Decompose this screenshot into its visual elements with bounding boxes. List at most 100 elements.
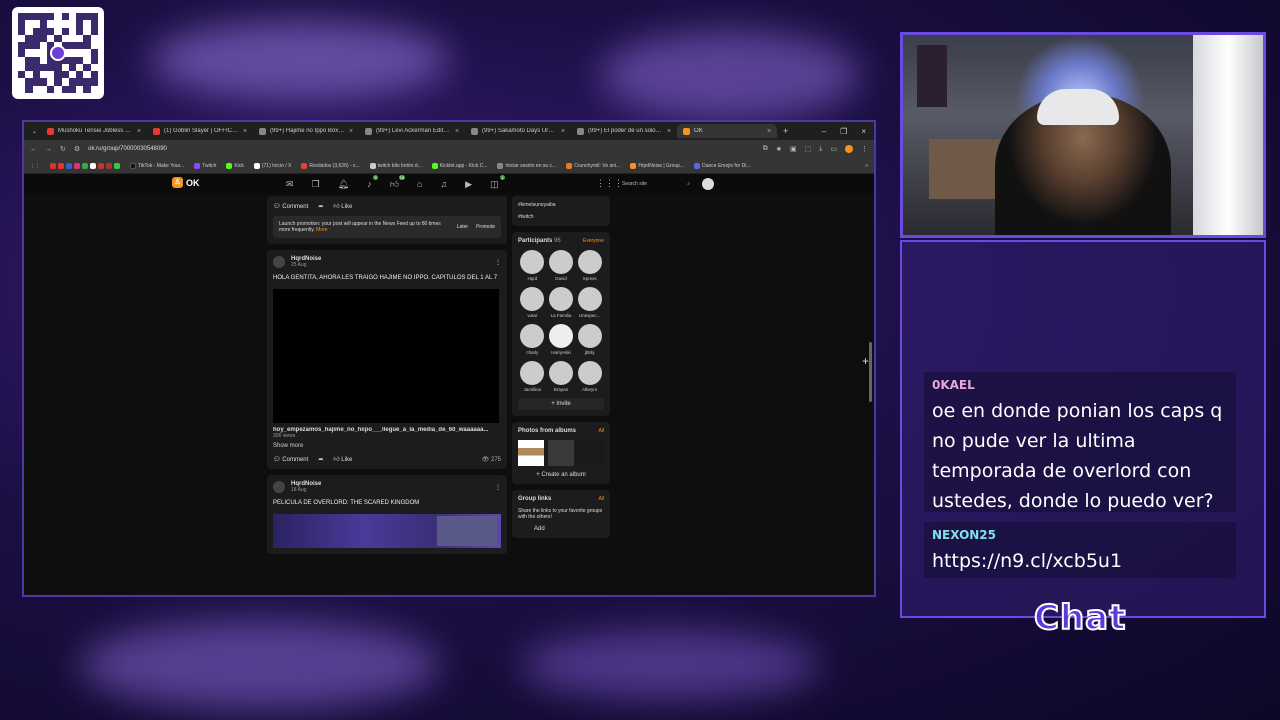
participant[interactable]: HarryHiiki bbox=[547, 324, 576, 355]
bookmark-icon[interactable] bbox=[58, 162, 64, 169]
participants-title[interactable]: Participants bbox=[518, 238, 552, 244]
create-album-button[interactable]: + Create an album bbox=[518, 472, 604, 478]
gifts-icon[interactable]: ⌂ bbox=[417, 179, 422, 190]
album-thumbnail[interactable] bbox=[518, 440, 544, 466]
participant[interactable]: Unexpec... bbox=[575, 287, 604, 318]
all-photos-link[interactable]: All bbox=[598, 428, 604, 434]
tab[interactable]: (99+) Sakamoto Days Urgent I × bbox=[465, 124, 571, 138]
participant[interactable]: vutar bbox=[518, 287, 547, 318]
bookmark-item[interactable]: Twitch bbox=[194, 162, 216, 169]
bookmark-item[interactable]: Dance Emojis for Di... bbox=[694, 162, 750, 169]
avatar[interactable] bbox=[702, 178, 714, 190]
tab[interactable]: Mushoku Tensei Jobless Reinca × bbox=[41, 124, 147, 138]
bookmark-item[interactable]: twitch bits botón d... bbox=[369, 162, 422, 169]
participant[interactable]: Brayan bbox=[547, 361, 576, 392]
close-tab-icon[interactable]: × bbox=[455, 128, 459, 135]
avatar[interactable] bbox=[273, 256, 285, 268]
tab[interactable]: (1) Goblin Slayer | OFFICIAL PR × bbox=[147, 124, 253, 138]
participant[interactable]: Albeyro bbox=[575, 361, 604, 392]
sidebar-icon[interactable]: ▭ bbox=[830, 145, 837, 153]
album-thumbnail[interactable] bbox=[578, 440, 604, 466]
share-icon[interactable]: ➦ bbox=[318, 203, 323, 210]
tag-link[interactable]: #twitch bbox=[518, 214, 604, 220]
photos-title[interactable]: Photos from albums bbox=[518, 428, 576, 434]
post-menu-icon[interactable]: ⋮ bbox=[495, 259, 501, 266]
bookmark-item[interactable]: Crunchyroll: Ve ani... bbox=[566, 162, 620, 169]
extensions-puzzle-icon[interactable]: ⬚ bbox=[805, 145, 812, 153]
close-tab-icon[interactable]: × bbox=[561, 128, 565, 135]
reload-icon[interactable]: ↻ bbox=[60, 145, 66, 153]
group-links-title[interactable]: Group links bbox=[518, 496, 551, 502]
bookmark-item[interactable]: TikTok - Make Your... bbox=[130, 162, 184, 169]
video-thumbnail[interactable] bbox=[273, 514, 501, 548]
bookmark-item[interactable]: Iniciar sesión en su c... bbox=[497, 162, 556, 169]
bookmark-item[interactable]: Recibidos (3,626) - c... bbox=[301, 162, 360, 169]
bookmark-icon[interactable] bbox=[114, 162, 120, 169]
participant[interactable]: Xpress bbox=[575, 250, 604, 281]
bookmark-item[interactable]: (71) Inicio / X bbox=[253, 162, 291, 169]
search-input[interactable]: Search site ⌕ bbox=[618, 178, 694, 190]
post-menu-icon[interactable]: ⋮ bbox=[495, 484, 501, 491]
all-links-link[interactable]: All bbox=[598, 496, 604, 502]
invite-button[interactable]: + Invite bbox=[518, 398, 604, 410]
music-icon[interactable]: ♫ bbox=[440, 179, 447, 190]
likes-icon[interactable]: 👍︎ 15 bbox=[390, 175, 405, 190]
scrollbar[interactable] bbox=[869, 342, 872, 402]
everyone-link[interactable]: Everyone bbox=[583, 238, 604, 244]
guests-icon[interactable]: ♪ 3 bbox=[367, 175, 378, 190]
notifications-icon[interactable]: 🔔︎ bbox=[338, 179, 349, 190]
close-tab-icon[interactable]: × bbox=[243, 128, 247, 135]
screenshot-icon[interactable]: ⧉ bbox=[763, 145, 768, 153]
download-icon[interactable]: ⤓ bbox=[819, 145, 822, 153]
bookmark-icon[interactable] bbox=[106, 162, 112, 169]
tab[interactable]: (99+) El poder de un solo hech × bbox=[571, 124, 677, 138]
bookmark-icon[interactable] bbox=[74, 162, 80, 169]
video-icon[interactable]: ▶ bbox=[465, 179, 472, 190]
participant[interactable]: David bbox=[547, 250, 576, 281]
bookmark-star-icon[interactable]: ★ bbox=[776, 145, 782, 153]
site-info-icon[interactable]: ⚙ bbox=[74, 145, 80, 153]
album-thumbnail[interactable] bbox=[548, 440, 574, 466]
bookmark-item[interactable]: Kick bbox=[226, 162, 244, 169]
video-player[interactable] bbox=[273, 289, 499, 423]
close-tab-icon[interactable]: × bbox=[349, 128, 353, 135]
extension-icon[interactable]: ▣ bbox=[790, 145, 797, 153]
like-button[interactable]: 👍︎ Like bbox=[333, 202, 352, 210]
tab-active[interactable]: OK × bbox=[677, 124, 778, 138]
participant[interactable]: Hqrd bbox=[518, 250, 547, 281]
messages-icon[interactable]: ✉ bbox=[286, 179, 294, 190]
bookmark-item[interactable]: HqrdNoise | Group... bbox=[630, 162, 684, 169]
close-tab-icon[interactable]: × bbox=[667, 128, 671, 135]
bookmark-icon[interactable] bbox=[90, 162, 96, 169]
bookmark-icon[interactable] bbox=[98, 162, 104, 169]
tab-menu-icon[interactable]: ⌄ bbox=[28, 128, 41, 135]
participant[interactable]: charly bbox=[518, 324, 547, 355]
show-more-link[interactable]: Show more bbox=[273, 443, 501, 449]
close-window-icon[interactable]: × bbox=[861, 127, 866, 136]
more-link[interactable]: More bbox=[316, 227, 327, 233]
minimize-icon[interactable]: – bbox=[822, 127, 826, 136]
tab[interactable]: (99+) Hajime no Ippo Boxing A × bbox=[253, 124, 359, 138]
promote-button[interactable]: Promote bbox=[476, 224, 495, 230]
menu-kebab-icon[interactable]: ⋮ bbox=[861, 145, 868, 153]
bookmark-icon[interactable] bbox=[50, 162, 56, 169]
share-icon[interactable]: ➦ bbox=[318, 456, 323, 463]
video-title[interactable]: hoy_empezamos_hajime_no_hiipo___llegue_a… bbox=[273, 427, 501, 433]
bookmark-item[interactable]: Kicklet.app - Kick C... bbox=[431, 162, 487, 169]
more-bookmarks-icon[interactable]: » bbox=[865, 163, 868, 169]
maximize-icon[interactable]: ❐ bbox=[840, 127, 847, 136]
comment-button[interactable]: 💬︎ Comment bbox=[273, 456, 308, 463]
ok-logo[interactable]: ♙ OK bbox=[172, 177, 200, 188]
profile-icon[interactable] bbox=[845, 145, 853, 153]
close-tab-icon[interactable]: × bbox=[137, 128, 141, 135]
tab[interactable]: (99+) Levi Ackerman Edits Stu × bbox=[359, 124, 465, 138]
forward-icon[interactable]: → bbox=[45, 146, 52, 153]
add-link-button[interactable]: Add bbox=[534, 526, 604, 532]
tag-link[interactable]: #kimetsunoyaiba bbox=[518, 202, 604, 208]
avatar[interactable] bbox=[273, 481, 285, 493]
participant[interactable]: La Familia bbox=[547, 287, 576, 318]
later-button[interactable]: Later bbox=[457, 224, 468, 230]
apps-grid-icon[interactable]: ⋮⋮ bbox=[30, 163, 40, 169]
new-tab-icon[interactable]: + bbox=[777, 126, 794, 136]
like-button[interactable]: 👍︎ Like bbox=[333, 455, 352, 463]
